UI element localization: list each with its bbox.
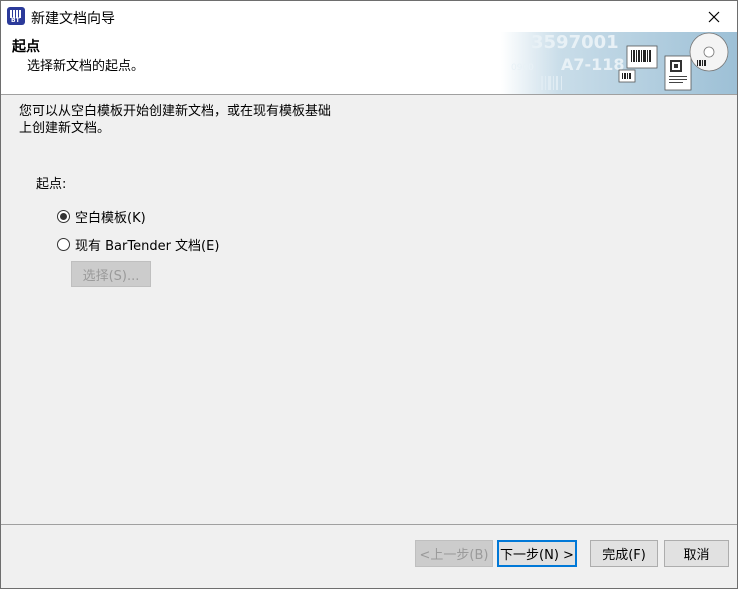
window-title: 新建文档向导 <box>31 11 115 27</box>
radio-existing-document[interactable]: 现有 BarTender 文档(E) <box>57 235 219 254</box>
barcode-banner-image: 3597001 A7-118 0900 <box>501 32 737 94</box>
close-button[interactable] <box>691 1 737 32</box>
wizard-window: BT 新建文档向导 起点 选择新文档的起点。 3597001 A7-118 09… <box>0 0 738 589</box>
page-title: 起点 <box>12 39 40 55</box>
close-icon <box>708 11 720 22</box>
intro-text: 您可以从空白模板开始创建新文档，或在现有模板基础 上创建新文档。 <box>19 103 399 137</box>
next-button[interactable]: 下一步(N) > <box>497 540 577 567</box>
select-file-button[interactable]: 选择(S)... <box>71 261 151 287</box>
bartender-app-icon: BT <box>7 7 25 25</box>
radio-blank-template[interactable]: 空白模板(K) <box>57 207 146 226</box>
banner-text-2: A7-118 <box>561 55 625 74</box>
cancel-button[interactable]: 取消 <box>664 540 729 567</box>
back-button[interactable]: <上一步(B) <box>415 540 493 567</box>
banner-text-1: 3597001 <box>531 32 619 53</box>
radio-unselected-icon[interactable] <box>57 238 70 251</box>
radio-existing-document-label: 现有 BarTender 文档(E) <box>75 239 220 254</box>
banner-text-3: 0900 <box>511 63 534 73</box>
radio-blank-template-label: 空白模板(K) <box>75 211 146 226</box>
starting-point-label: 起点: <box>36 177 67 192</box>
footer-separator <box>1 524 737 525</box>
title-bar: BT 新建文档向导 <box>1 1 737 32</box>
radio-selected-icon[interactable] <box>57 210 70 223</box>
page-subtitle: 选择新文档的起点。 <box>27 59 145 74</box>
finish-button[interactable]: 完成(F) <box>590 540 658 567</box>
intro-line-2: 上创建新文档。 <box>19 121 111 136</box>
wizard-header: 起点 选择新文档的起点。 3597001 A7-118 0900 <box>1 32 737 95</box>
intro-line-1: 您可以从空白模板开始创建新文档，或在现有模板基础 <box>19 104 332 119</box>
